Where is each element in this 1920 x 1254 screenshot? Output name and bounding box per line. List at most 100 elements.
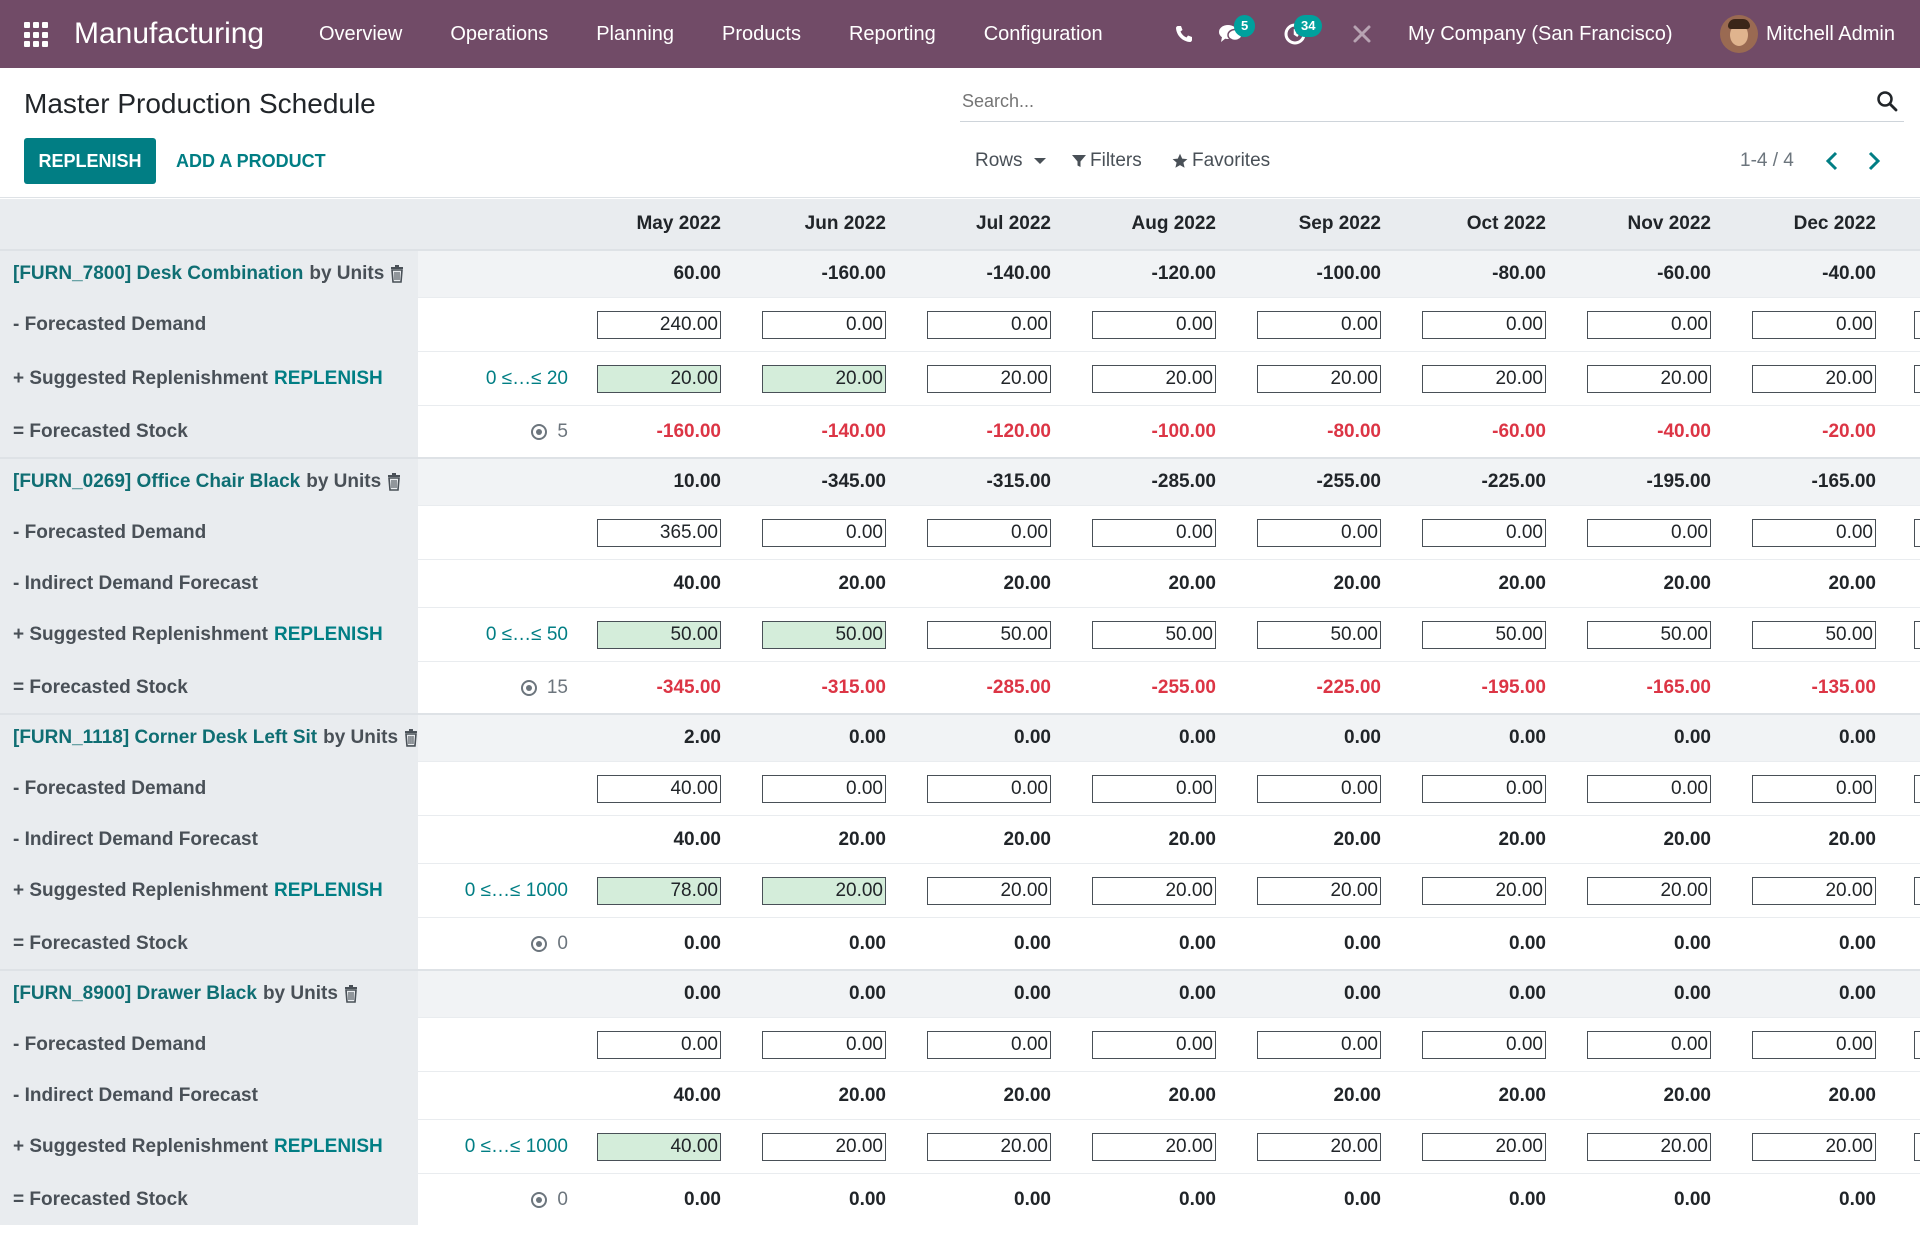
replenishment-range[interactable]: 0 ≤…≤ 1000 <box>465 1120 568 1173</box>
forecasted-demand-input[interactable]: 240.00 <box>597 310 721 339</box>
product-name-link[interactable]: [FURN_1118] Corner Desk Left Sit <box>13 727 317 749</box>
replenishment-input[interactable]: 20.00 <box>1587 364 1711 393</box>
forecasted-demand-input[interactable]: 0.00 <box>1257 1030 1381 1059</box>
replenishment-input[interactable]: 50.00 <box>1257 620 1381 649</box>
menu-products[interactable]: Products <box>722 23 801 46</box>
chat-icon[interactable]: 5 <box>1210 0 1256 68</box>
forecasted-demand-input[interactable]: 0.00 <box>1422 518 1546 547</box>
forecasted-demand-input[interactable]: 0.00 <box>1257 774 1381 803</box>
replenishment-range[interactable]: 0 ≤…≤ 1000 <box>465 864 568 917</box>
replenishment-input[interactable]: 20.00 <box>1752 1132 1876 1161</box>
overflow-cell[interactable] <box>1914 365 1920 393</box>
replenishment-input[interactable]: 20.00 <box>597 364 721 393</box>
replenishment-input[interactable]: 50.00 <box>1422 620 1546 649</box>
replenishment-input[interactable]: 20.00 <box>1422 876 1546 905</box>
activity-clock-icon[interactable]: 34 <box>1274 0 1323 68</box>
forecasted-demand-input[interactable]: 365.00 <box>597 518 721 547</box>
replenishment-input[interactable]: 20.00 <box>1092 876 1216 905</box>
apps-grid-icon[interactable] <box>24 22 50 48</box>
replenishment-input[interactable]: 20.00 <box>927 1132 1051 1161</box>
trash-icon[interactable] <box>404 729 418 747</box>
replenishment-input[interactable]: 20.00 <box>1257 364 1381 393</box>
search-input[interactable] <box>960 82 1860 120</box>
company-switcher[interactable]: My Company (San Francisco) <box>1408 0 1673 68</box>
safety-stock[interactable]: 5 <box>531 406 568 457</box>
replenishment-input[interactable]: 20.00 <box>1587 876 1711 905</box>
add-product-button[interactable]: ADD A PRODUCT <box>176 138 326 184</box>
overflow-cell[interactable] <box>1914 877 1920 905</box>
pager-value[interactable]: 1-4 / 4 <box>1740 138 1794 184</box>
user-menu[interactable]: Mitchell Admin <box>1720 0 1895 68</box>
replenishment-input[interactable]: 20.00 <box>1092 364 1216 393</box>
safety-stock[interactable]: 15 <box>520 662 568 713</box>
replenishment-input[interactable]: 20.00 <box>1257 876 1381 905</box>
forecasted-demand-input[interactable]: 0.00 <box>1092 1030 1216 1059</box>
replenishment-input[interactable]: 20.00 <box>762 364 886 393</box>
forecasted-demand-input[interactable]: 0.00 <box>1422 310 1546 339</box>
overflow-cell[interactable] <box>1914 1031 1920 1059</box>
replenishment-input[interactable]: 20.00 <box>1422 1132 1546 1161</box>
safety-stock[interactable]: 0 <box>531 918 568 969</box>
rows-dropdown[interactable]: Rows <box>975 138 1047 184</box>
replenishment-input[interactable]: 78.00 <box>597 876 721 905</box>
replenishment-input[interactable]: 50.00 <box>1587 620 1711 649</box>
trash-icon[interactable] <box>344 985 358 1003</box>
forecasted-demand-input[interactable]: 0.00 <box>1752 1030 1876 1059</box>
menu-operations[interactable]: Operations <box>450 23 548 46</box>
product-name-link[interactable]: [FURN_7800] Desk Combination <box>13 263 303 285</box>
menu-planning[interactable]: Planning <box>596 23 674 46</box>
forecasted-demand-input[interactable]: 0.00 <box>1587 518 1711 547</box>
overflow-cell[interactable] <box>1914 775 1920 803</box>
row-replenish-link[interactable]: REPLENISH <box>274 368 383 390</box>
forecasted-demand-input[interactable]: 0.00 <box>1422 1030 1546 1059</box>
overflow-cell[interactable] <box>1914 311 1920 339</box>
trash-icon[interactable] <box>387 473 401 491</box>
forecasted-demand-input[interactable]: 0.00 <box>1587 310 1711 339</box>
app-title[interactable]: Manufacturing <box>74 14 264 54</box>
menu-reporting[interactable]: Reporting <box>849 23 936 46</box>
replenishment-input[interactable]: 20.00 <box>1257 1132 1381 1161</box>
replenishment-input[interactable]: 20.00 <box>1752 364 1876 393</box>
debug-tools-icon[interactable] <box>1344 0 1380 68</box>
replenishment-input[interactable]: 50.00 <box>597 620 721 649</box>
replenishment-range[interactable]: 0 ≤…≤ 20 <box>486 352 568 405</box>
overflow-cell[interactable] <box>1914 621 1920 649</box>
forecasted-demand-input[interactable]: 0.00 <box>1092 310 1216 339</box>
forecasted-demand-input[interactable]: 0.00 <box>762 310 886 339</box>
search-icon[interactable] <box>1876 90 1898 112</box>
forecasted-demand-input[interactable]: 0.00 <box>762 774 886 803</box>
replenishment-input[interactable]: 20.00 <box>762 1132 886 1161</box>
forecasted-demand-input[interactable]: 0.00 <box>1587 1030 1711 1059</box>
replenishment-input[interactable]: 50.00 <box>1752 620 1876 649</box>
replenishment-input[interactable]: 50.00 <box>762 620 886 649</box>
replenish-button[interactable]: REPLENISH <box>24 138 156 184</box>
replenishment-input[interactable]: 40.00 <box>597 1132 721 1161</box>
forecasted-demand-input[interactable]: 0.00 <box>1752 774 1876 803</box>
forecasted-demand-input[interactable]: 0.00 <box>1752 518 1876 547</box>
row-replenish-link[interactable]: REPLENISH <box>274 624 383 646</box>
overflow-cell[interactable] <box>1914 519 1920 547</box>
chevron-left-icon[interactable] <box>1822 150 1844 172</box>
trash-icon[interactable] <box>390 265 404 283</box>
forecasted-demand-input[interactable]: 0.00 <box>927 1030 1051 1059</box>
row-replenish-link[interactable]: REPLENISH <box>274 880 383 902</box>
forecasted-demand-input[interactable]: 0.00 <box>927 310 1051 339</box>
forecasted-demand-input[interactable]: 0.00 <box>1092 774 1216 803</box>
forecasted-demand-input[interactable]: 0.00 <box>1092 518 1216 547</box>
favorites-dropdown[interactable]: Favorites <box>1172 138 1270 184</box>
forecasted-demand-input[interactable]: 0.00 <box>597 1030 721 1059</box>
forecasted-demand-input[interactable]: 0.00 <box>762 1030 886 1059</box>
filters-dropdown[interactable]: Filters <box>1072 138 1142 184</box>
product-name-link[interactable]: [FURN_8900] Drawer Black <box>13 983 257 1005</box>
replenishment-input[interactable]: 20.00 <box>1092 1132 1216 1161</box>
replenishment-input[interactable]: 20.00 <box>1752 876 1876 905</box>
forecasted-demand-input[interactable]: 0.00 <box>1257 518 1381 547</box>
replenishment-input[interactable]: 20.00 <box>1587 1132 1711 1161</box>
replenishment-input[interactable]: 20.00 <box>927 364 1051 393</box>
replenishment-input[interactable]: 20.00 <box>762 876 886 905</box>
row-replenish-link[interactable]: REPLENISH <box>274 1136 383 1158</box>
forecasted-demand-input[interactable]: 0.00 <box>762 518 886 547</box>
forecasted-demand-input[interactable]: 0.00 <box>1422 774 1546 803</box>
replenishment-input[interactable]: 50.00 <box>1092 620 1216 649</box>
forecasted-demand-input[interactable]: 0.00 <box>1257 310 1381 339</box>
